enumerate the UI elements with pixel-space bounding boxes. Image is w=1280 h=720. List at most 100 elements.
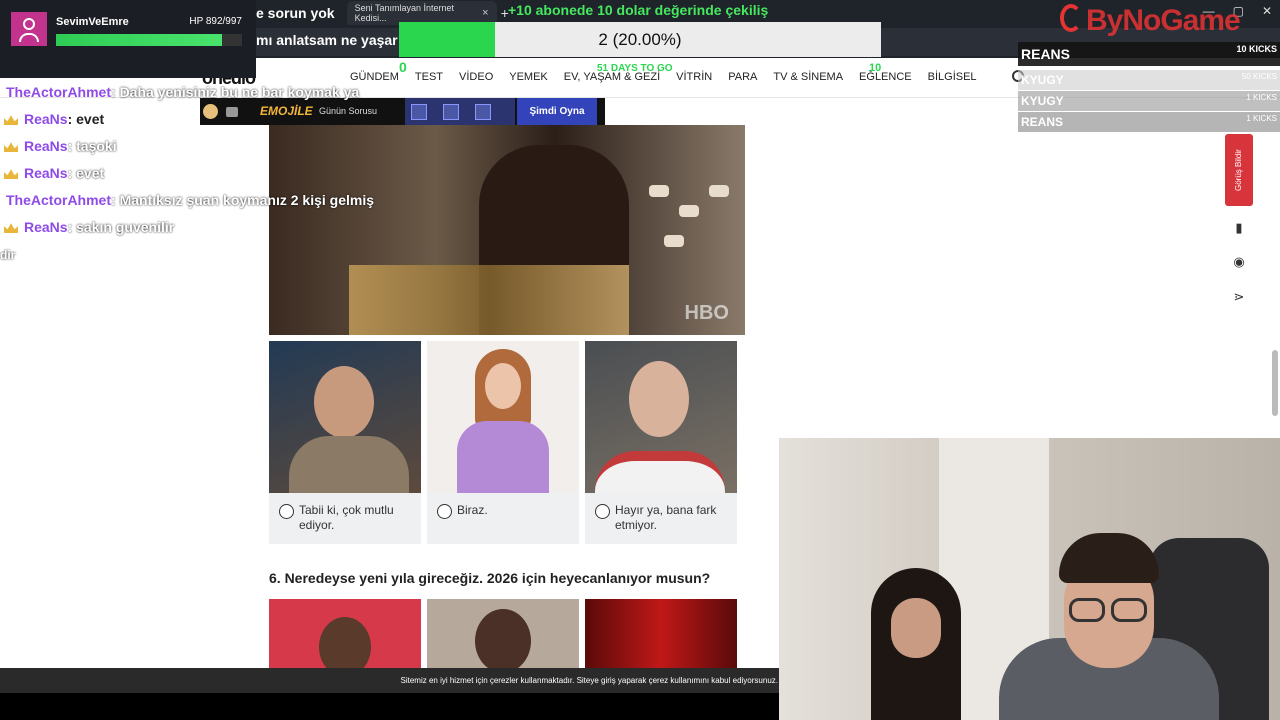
leaderboard-row: KYUGY 50 KICKS <box>1018 70 1280 90</box>
feedback-button[interactable]: Görüş Bildir <box>1225 134 1253 206</box>
stream-screen: e sorun yok Seni Tanımlayan İnternet Ked… <box>0 0 1280 720</box>
shoe-shape <box>709 185 729 197</box>
option-image[interactable] <box>269 599 421 677</box>
face-shape <box>485 363 521 409</box>
poll-days-left: 51 DAYS TO GO <box>597 63 673 74</box>
comment-icon[interactable]: ◉ <box>1232 255 1246 269</box>
address-fragment: mı anlatsam ne yaşar <box>256 32 398 48</box>
nav-item-vitrin[interactable]: VİTRİN <box>676 71 712 83</box>
jacket-shape <box>289 436 409 493</box>
tab-close-icon[interactable]: × <box>482 7 488 19</box>
leader-kicks: 1 KICKS <box>1246 93 1277 102</box>
scrollbar-thumb[interactable] <box>1272 350 1278 416</box>
chat-user: ReaNs <box>24 219 68 235</box>
leaderboard-row: KYUGY 1 KICKS <box>1018 91 1280 111</box>
face-shape <box>314 366 374 438</box>
brand-logo: ByNoGame <box>1086 4 1241 37</box>
answer-option[interactable]: Tabii ki, çok mutlu ediyor. <box>269 341 421 544</box>
chat-text: : Daha yenisiniz bu ne bar koymak ya <box>111 84 360 100</box>
option-image[interactable] <box>427 599 579 673</box>
avatar <box>11 12 47 46</box>
crown-icon <box>4 115 18 126</box>
chat-user: ReaNs <box>24 165 68 181</box>
hero-gif: HBO <box>269 125 745 335</box>
leader-kicks: 10 KICKS <box>1236 44 1277 54</box>
chat-user: ReaNs <box>24 111 68 127</box>
answer-options: Tabii ki, çok mutlu ediyor. Biraz. Hayır… <box>269 341 737 544</box>
kick-leaderboard: REANS 10 KICKS KYUGY 50 KICKS KYUGY 1 KI… <box>1018 40 1280 132</box>
option-label: Hayır ya, bana fark etmiyor. <box>615 503 717 532</box>
radio-button[interactable] <box>595 504 610 519</box>
shoe-shape <box>664 235 684 247</box>
glasses-shape <box>1111 598 1147 622</box>
leader-name: KYUGY <box>1021 94 1064 108</box>
radio-button[interactable] <box>279 504 294 519</box>
hp-bar-fill <box>56 34 223 46</box>
bookmark-icon[interactable]: ▮ <box>1232 221 1246 235</box>
giveaway-banner: +10 abonede 10 dolar değerinde çekiliş <box>508 2 769 18</box>
crown-icon <box>4 142 18 153</box>
hbo-watermark: HBO <box>684 302 729 324</box>
nav-item-gundem[interactable]: GÜNDEM <box>350 71 399 83</box>
leader-kicks: 50 KICKS <box>1241 72 1277 81</box>
chat-message: TheActorAhmet: Daha yenisiniz bu ne bar … <box>6 84 359 100</box>
leaderboard-row: REANS 10 KICKS <box>1018 42 1280 66</box>
option-image[interactable] <box>585 599 737 669</box>
leader-name: REANS <box>1021 115 1064 129</box>
tile-icon <box>475 104 491 120</box>
leaderboard-row: REANS 1 KICKS <box>1018 112 1280 132</box>
game-controller-icon[interactable] <box>203 104 218 119</box>
poll-bar: 2 (20.00%) <box>399 22 881 57</box>
question-images <box>269 599 737 677</box>
man-hair-shape <box>1059 533 1159 583</box>
glasses-shape <box>1069 598 1105 622</box>
option-label: Tabii ki, çok mutlu ediyor. <box>299 503 394 532</box>
option-image <box>585 341 737 493</box>
answer-option[interactable]: Biraz. <box>427 341 579 544</box>
radio-button[interactable] <box>437 504 452 519</box>
chat-message: ReaNs: taşoki <box>4 138 117 154</box>
chat-text: : taşoki <box>67 138 117 154</box>
poll-right-count: 10 <box>869 62 882 74</box>
sequin-dress <box>349 265 629 335</box>
nav-item-video[interactable]: VİDEO <box>459 71 493 83</box>
answer-option[interactable]: Hayır ya, bana fark etmiyor. <box>585 341 737 544</box>
cookie-notice[interactable]: Sitemiz en iyi hizmet için çerezler kull… <box>0 668 780 693</box>
crown-icon <box>4 169 18 180</box>
chat-text: : evet <box>67 111 105 127</box>
chat-user: ReaNs <box>24 138 68 154</box>
game-preview[interactable] <box>405 98 515 125</box>
player-name: SevimVeEmre <box>56 16 129 28</box>
nav-item-test[interactable]: TEST <box>415 71 443 83</box>
option-image <box>269 341 421 493</box>
brand-logo-icon <box>1060 4 1082 32</box>
play-now-button[interactable]: Şimdi Oyna <box>517 98 597 125</box>
hp-bar <box>56 34 242 46</box>
woman-face-shape <box>891 598 941 658</box>
chat-message: TheActorAhmet: Mantıksız şuan koymanız 2… <box>6 192 374 208</box>
player-hp: HP 892/997 <box>189 16 242 27</box>
poll-value: 2 (20.00%) <box>598 30 682 49</box>
chat-user: TheActorAhmet <box>6 192 112 208</box>
chat-text: dir <box>0 248 16 262</box>
nav-item-yemek[interactable]: YEMEK <box>509 71 548 83</box>
ticket-icon[interactable] <box>226 107 238 117</box>
option-label: Biraz. <box>457 503 488 517</box>
chat-text: : evet <box>67 165 105 181</box>
leader-name: REANS <box>1021 46 1071 62</box>
nav-item-eglence[interactable]: EĞLENCE <box>859 71 912 83</box>
share-icon[interactable]: ⋗ <box>1232 290 1246 304</box>
chat-message: dir <box>0 246 15 262</box>
close-window-icon[interactable]: ✕ <box>1262 4 1272 18</box>
tile-icon <box>443 104 459 120</box>
nav-item-tv-sinema[interactable]: TV & SİNEMA <box>773 71 843 83</box>
user-icon <box>23 18 35 30</box>
webcam-feed <box>779 438 1280 720</box>
user-icon-body <box>19 33 39 42</box>
nav-item-bilgisel[interactable]: BİLGİSEL <box>928 71 977 83</box>
page-title-fragment: e sorun yok <box>256 5 335 21</box>
emojile-logo[interactable]: EMOJİLE <box>260 104 313 118</box>
nav-item-para[interactable]: PARA <box>728 71 757 83</box>
tile-icon <box>411 104 427 120</box>
chat-message: ReaNs: evet <box>4 165 104 181</box>
